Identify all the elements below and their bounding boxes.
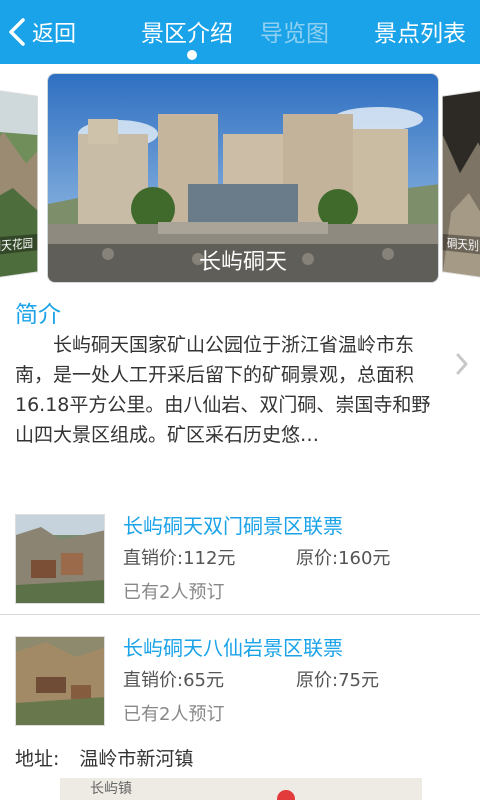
ticket-thumbnail [15,636,105,726]
ticket-item[interactable]: 长屿硐天八仙岩景区联票 直销价:65元 原价:75元 已有2人预订 [0,620,480,738]
intro-title: 简介 [15,302,61,328]
photo-carousel[interactable]: 硐天花园 长屿硐天 硐天别院 [0,64,480,292]
original-price: 原价:75元 [296,670,379,691]
chevron-left-icon [9,18,25,46]
direct-price: 直销价:65元 [123,670,224,691]
tab-guide-map[interactable]: 导览图 [260,14,329,48]
chevron-right-icon[interactable] [455,352,469,376]
back-label: 返回 [32,22,77,47]
carousel-prev-card[interactable]: 硐天花园 [0,87,39,281]
intro-text: 长屿硐天国家矿山公园位于浙江省温岭市东南，是一处人工开采后留下的矿硐景观，总面积… [15,334,431,446]
back-button[interactable]: 返回 [6,10,76,54]
address-label: 地址: [15,748,60,770]
tab-spot-list[interactable]: 景点列表 [374,14,466,48]
direct-price: 直销价:112元 [123,548,236,569]
carousel-main-card[interactable]: 长屿硐天 [47,73,439,283]
booked-count: 已有2人预订 [123,704,225,725]
map-pin-icon [277,790,295,800]
location-map[interactable]: 长屿镇 [60,778,422,800]
carousel-next-card[interactable]: 硐天别院 [441,87,480,281]
divider [0,614,480,615]
address-row: 地址: 温岭市新河镇 [15,744,193,771]
map-place-label: 长屿镇 [90,781,132,797]
active-tab-indicator [187,50,197,60]
booked-count: 已有2人预订 [123,582,225,603]
address-value: 温岭市新河镇 [79,748,194,770]
ticket-title: 长屿硐天八仙岩景区联票 [123,636,343,660]
carousel-main-caption: 长屿硐天 [48,244,438,282]
top-bar: 返回 景区介绍 导览图 景点列表 [0,0,480,64]
ticket-thumbnail [15,514,105,604]
tab-scenic-intro[interactable]: 景区介绍 [141,14,233,48]
original-price: 原价:160元 [296,548,391,569]
ticket-item[interactable]: 长屿硐天双门硐景区联票 直销价:112元 原价:160元 已有2人预订 [0,498,480,616]
ticket-title: 长屿硐天双门硐景区联票 [123,514,343,538]
